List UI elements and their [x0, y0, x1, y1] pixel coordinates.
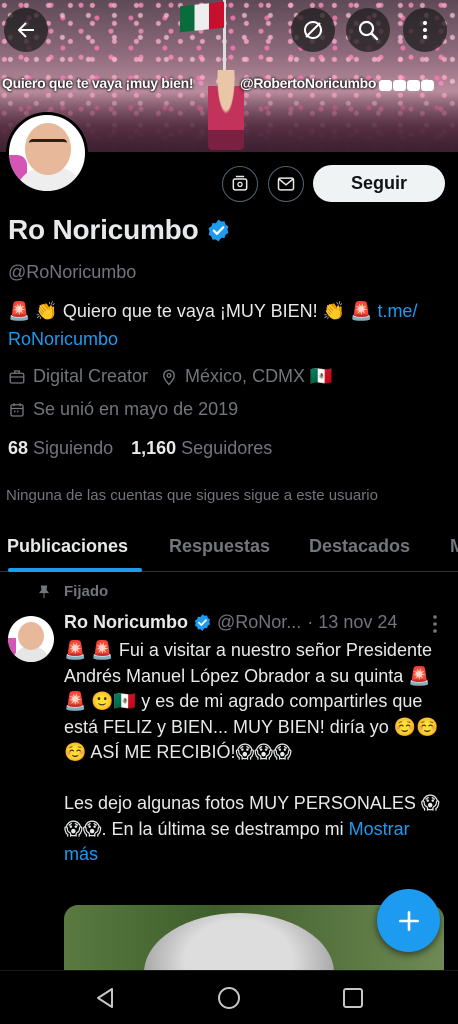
more-vertical-icon — [423, 21, 427, 39]
mail-icon — [277, 177, 295, 191]
verified-badge-icon — [194, 614, 211, 631]
back-button[interactable] — [4, 8, 48, 52]
bio-link-part2: RoNoricumbo — [8, 329, 119, 349]
tab-highlights[interactable]: Destacados — [309, 536, 410, 557]
post-text[interactable]: 🚨 🚨 Fui a visitar a nuestro señor Presid… — [64, 638, 448, 868]
post-avatar-face — [18, 622, 44, 650]
subscription-button[interactable] — [222, 166, 258, 202]
post-author-name[interactable]: Ro Noricumbo — [64, 612, 188, 633]
followers-count: 1,160 — [131, 438, 177, 458]
profile-avatar[interactable] — [6, 112, 88, 194]
profile-joined-row: Se unió en mayo de 2019 — [8, 399, 238, 420]
profile-location: México, CDMX 🇲🇽 — [185, 366, 333, 386]
banner-social-icons — [378, 76, 435, 92]
post-paragraph-2: Les dejo algunas fotos MUY PERSONALES 😱😱… — [64, 791, 448, 868]
verified-badge-icon[interactable] — [206, 218, 231, 243]
tab-replies[interactable]: Respuestas — [169, 536, 270, 557]
following-count: 68 — [8, 438, 29, 458]
profile-handle: @RoNoricumbo — [8, 262, 137, 282]
search-icon — [358, 20, 379, 41]
twitch-icon — [379, 80, 393, 92]
pinned-label: Fijado — [64, 583, 109, 600]
profile-bio: 🚨 👏 Quiero que te vaya ¡MUY BIEN! 👏 🚨 t.… — [8, 297, 448, 353]
post-paragraph-1: 🚨 🚨 Fui a visitar a nuestro señor Presid… — [64, 640, 439, 762]
followers-link[interactable]: 1,160 Seguidores — [131, 438, 272, 459]
compose-post-button[interactable] — [377, 889, 440, 952]
profile-name-row: Ro Noricumbo — [8, 214, 231, 246]
profile-meta-row: Digital Creator México, CDMX 🇲🇽 — [8, 366, 332, 387]
avatar-glasses — [29, 139, 67, 149]
back-arrow-icon — [17, 22, 34, 38]
nav-home-icon[interactable] — [216, 985, 242, 1011]
instagram-icon — [407, 80, 421, 92]
post-image-subject — [144, 913, 334, 973]
hide-button[interactable] — [291, 8, 335, 52]
post-more-icon[interactable] — [428, 613, 442, 635]
banner-figure — [208, 70, 244, 150]
active-tab-indicator — [8, 568, 142, 572]
profile-tabs: Publicaciones Respuestas Destacados M — [0, 524, 458, 572]
system-nav-bar — [0, 970, 458, 1024]
calendar-icon — [10, 402, 24, 417]
banner-handle: @RobertoNoricumbo — [240, 75, 377, 91]
tiktok-icon — [421, 80, 435, 92]
banner-text-left: Quiero que te vaya ¡muy bien! — [2, 75, 194, 91]
banner-flag — [180, 1, 224, 33]
location-pin-icon — [163, 369, 175, 385]
nav-back-icon[interactable] — [92, 985, 118, 1011]
nav-recents-icon[interactable] — [340, 985, 366, 1011]
profile-joined: Se unió en mayo de 2019 — [33, 399, 239, 419]
plus-icon — [398, 910, 419, 931]
tab-posts[interactable]: Publicaciones — [7, 536, 128, 557]
post-author-handle[interactable]: @RoNor... — [217, 612, 301, 633]
followers-you-know-notice: Ninguna de las cuentas que sigues sigue … — [6, 487, 378, 504]
briefcase-icon — [9, 369, 25, 384]
message-button[interactable] — [268, 166, 304, 202]
pinned-label-row: Fijado — [36, 583, 108, 600]
following-label: Siguiendo — [33, 438, 114, 458]
pin-icon — [39, 585, 49, 598]
avatar-face — [25, 123, 71, 175]
banner-text-right: @RobertoNoricumbo — [240, 75, 435, 92]
more-options-button[interactable] — [403, 8, 447, 52]
profile-category: Digital Creator — [33, 366, 149, 386]
profile-stats: 68 Siguiendo 1,160 Seguidores — [8, 438, 272, 459]
following-link[interactable]: 68 Siguiendo — [8, 438, 113, 459]
post-date[interactable]: · 13 nov 24 — [307, 612, 397, 633]
search-button[interactable] — [346, 8, 390, 52]
followers-label: Seguidores — [181, 438, 273, 458]
post-author-avatar[interactable] — [8, 616, 54, 662]
bio-link-part1: t.me/ — [377, 301, 418, 321]
profile-name: Ro Noricumbo — [8, 214, 199, 245]
youtube-icon — [393, 80, 407, 92]
tab-media[interactable]: M — [450, 536, 458, 557]
follow-button[interactable]: Seguir — [313, 165, 445, 202]
hide-icon — [304, 21, 322, 39]
bio-text: 🚨 👏 Quiero que te vaya ¡MUY BIEN! 👏 🚨 — [8, 301, 378, 321]
subscription-icon — [232, 175, 248, 191]
post-header: Ro Noricumbo @RoNor... · 13 nov 24 — [64, 612, 397, 633]
